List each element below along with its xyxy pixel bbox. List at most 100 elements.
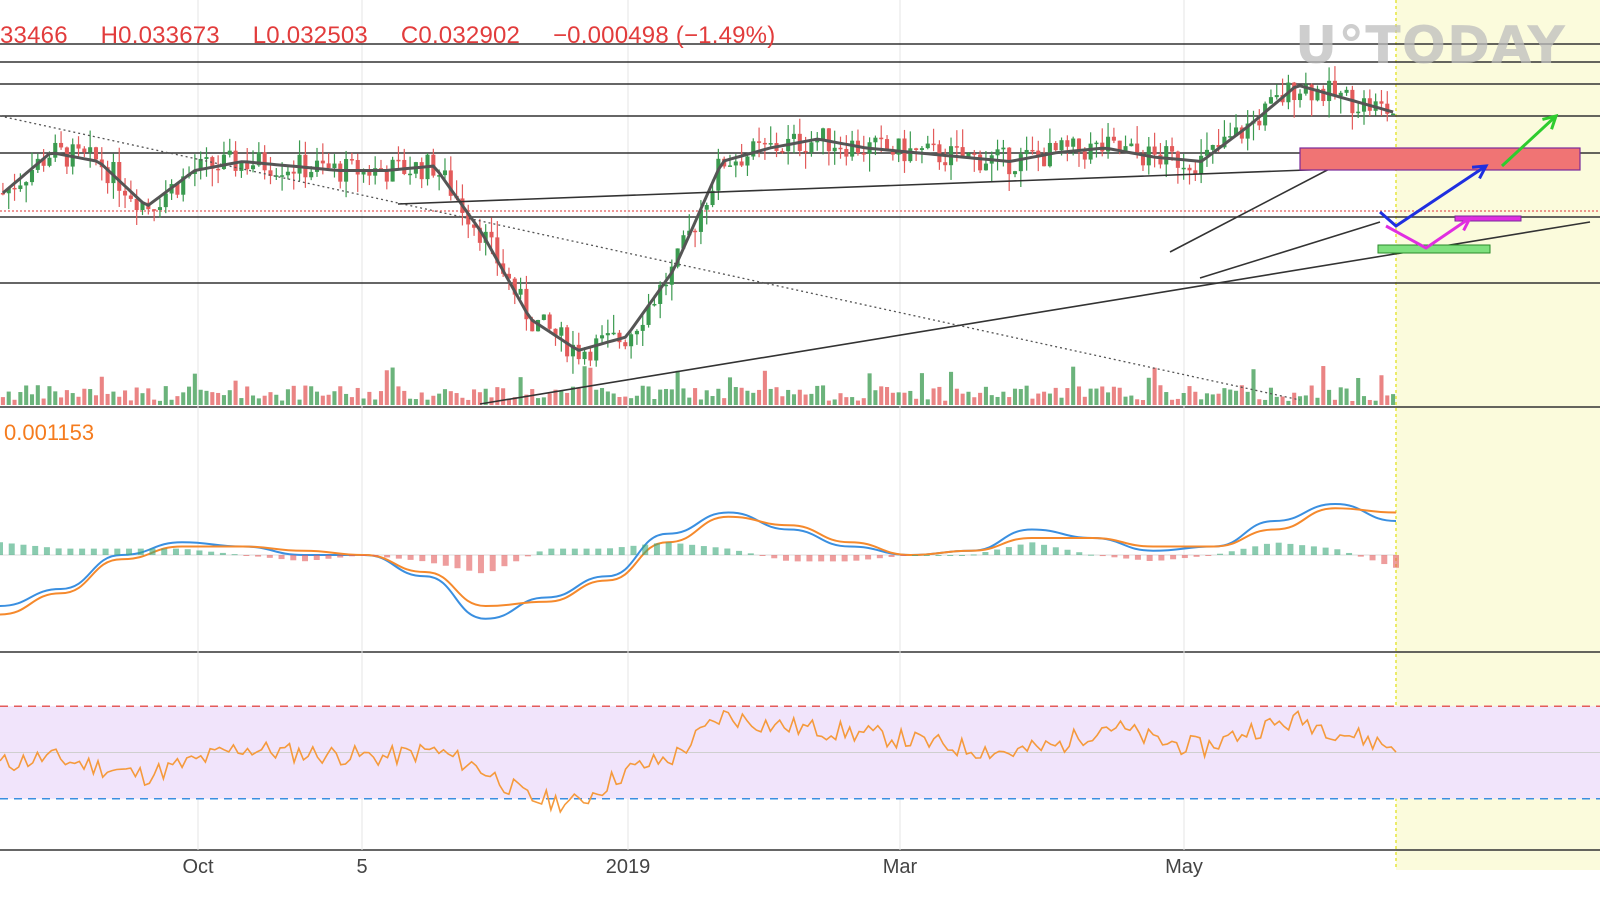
volume-bar — [716, 388, 721, 405]
x-axis-label-mar: Mar — [882, 856, 918, 878]
volume-bar — [454, 393, 459, 405]
macd-histogram-bar — [1099, 555, 1106, 557]
volume-bar — [1065, 388, 1070, 405]
candle-body — [768, 143, 773, 145]
candle-body — [640, 324, 645, 331]
candle-body — [291, 171, 296, 174]
volume-bar — [844, 397, 849, 405]
volume-bar — [1071, 366, 1076, 405]
candle-body — [914, 148, 919, 151]
candle-body — [739, 161, 744, 166]
volume-bar — [349, 397, 354, 405]
volume-bar — [280, 400, 285, 405]
x-axis-label-oct: Oct — [182, 856, 214, 878]
volume-bar — [1327, 389, 1332, 405]
watermark-logo: U°TODAY — [1295, 16, 1566, 76]
candle-body — [693, 230, 698, 233]
macd-histogram-bar — [384, 555, 391, 558]
volume-bars — [0, 366, 1396, 405]
ohlc-readout: 33466 H0.033673 L0.032503 C0.032902 −0.0… — [0, 22, 801, 50]
volume-bar — [815, 385, 820, 405]
volume-bar — [1140, 400, 1146, 405]
macd-histogram-bar — [395, 555, 402, 559]
candle-body — [995, 149, 1000, 156]
macd-histogram-bar — [126, 548, 133, 555]
candle-body — [59, 142, 64, 148]
macd-histogram-bar — [1064, 549, 1071, 555]
candle-body — [623, 342, 628, 347]
macd-histogram-bar — [172, 548, 179, 555]
chart-area[interactable]: 33466 H0.033673 L0.032503 C0.032902 −0.0… — [0, 0, 1600, 900]
candle-body — [1257, 120, 1262, 126]
volume-bar — [0, 397, 5, 405]
candle-body — [605, 333, 610, 336]
volume-bar — [59, 397, 64, 405]
candle-body — [419, 162, 424, 180]
macd-histogram-bar — [923, 555, 930, 556]
macd-histogram-bar — [747, 553, 754, 555]
volume-bar — [1036, 393, 1041, 405]
volume-bar — [640, 385, 645, 405]
macd-histogram-bar — [794, 555, 801, 562]
volume-bar — [594, 389, 599, 405]
macd-histogram-bar — [243, 555, 250, 556]
volume-bar — [99, 376, 104, 405]
candle-body — [216, 168, 221, 171]
volume-bar — [274, 394, 279, 405]
volume-bar — [1321, 366, 1326, 405]
macd-histogram-bar — [853, 555, 860, 561]
macd-histogram-bar — [1146, 555, 1153, 561]
macd-histogram-bar — [372, 555, 379, 557]
volume-bar — [832, 399, 837, 405]
macd-histogram-bar — [337, 555, 344, 558]
volume-bar — [1024, 385, 1029, 405]
candle-body — [1187, 167, 1192, 171]
macd-histogram-bar — [1275, 542, 1282, 555]
candle-body — [1292, 82, 1297, 101]
candle-body — [1164, 146, 1169, 165]
volume-bar — [367, 391, 372, 405]
candle-body — [1018, 154, 1023, 172]
macd-histogram-bar — [1263, 543, 1270, 555]
macd-histogram-bar — [255, 555, 262, 557]
macd-histogram-bar — [149, 548, 156, 555]
candle-body — [1274, 95, 1279, 98]
volume-bar — [1053, 387, 1058, 405]
volume-bar — [419, 392, 424, 405]
candle-body — [1327, 80, 1332, 102]
volume-bar — [1170, 399, 1175, 405]
candle-body — [355, 160, 360, 175]
candle-body — [402, 159, 407, 174]
resistance-box — [1299, 147, 1581, 171]
macd-histogram-bar — [583, 548, 590, 555]
macd-panel — [0, 502, 1399, 620]
macd-histogram-bar — [1087, 554, 1094, 556]
macd-histogram-bar — [0, 542, 3, 555]
volume-bar — [303, 385, 308, 405]
candle-body — [262, 152, 267, 171]
volume-bar — [751, 392, 756, 405]
volume-bar — [1082, 396, 1087, 405]
volume-bar — [576, 388, 581, 405]
macd-histogram-bar — [1052, 547, 1059, 555]
candle-body — [559, 327, 564, 336]
candle-body — [1135, 143, 1140, 154]
volume-bar — [373, 399, 378, 405]
volume-bar — [1332, 399, 1337, 405]
volume-bar — [146, 388, 151, 405]
candle-body — [757, 141, 762, 143]
volume-bar — [1367, 399, 1372, 405]
candle-body — [925, 143, 930, 149]
volume-bar — [1001, 391, 1006, 405]
volume-bar — [6, 391, 11, 405]
macd-histogram-bar — [1252, 546, 1259, 555]
candle-body — [780, 150, 785, 153]
macd-histogram-bar — [829, 555, 836, 562]
macd-histogram-bar — [782, 555, 789, 561]
candle-body — [960, 147, 965, 157]
candle-body — [117, 161, 122, 191]
volume-bar — [425, 399, 430, 405]
volume-bar — [332, 391, 337, 405]
volume-bar — [181, 392, 186, 405]
candles — [0, 66, 1396, 374]
